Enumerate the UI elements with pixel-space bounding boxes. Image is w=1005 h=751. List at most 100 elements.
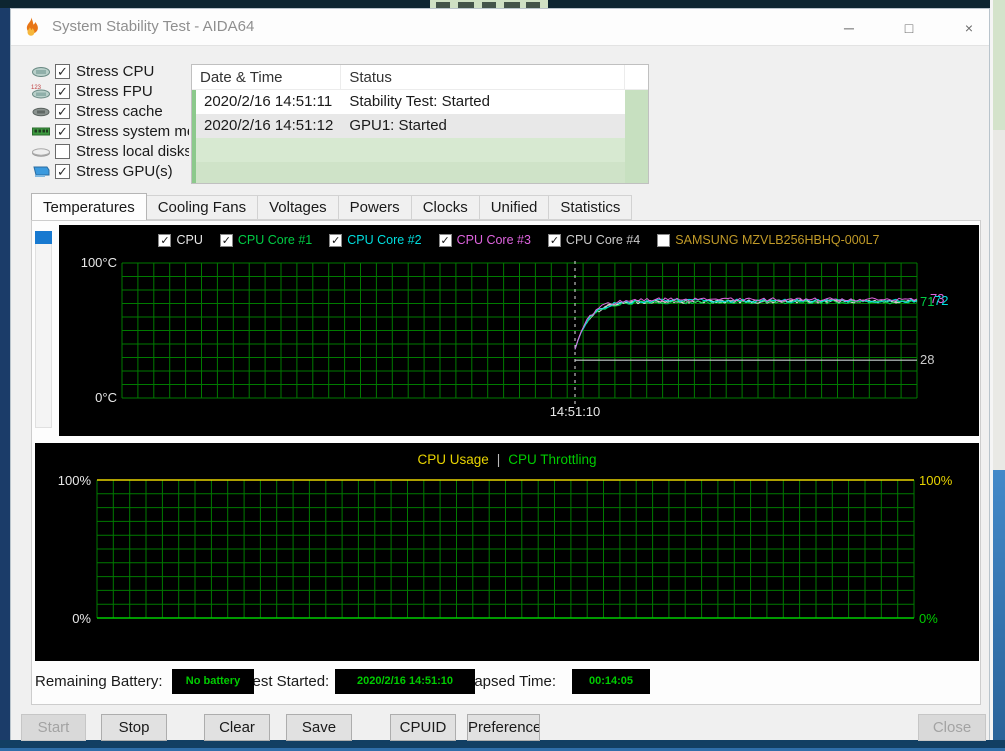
background-window-bottom: [0, 740, 1005, 751]
stress-option-label: Stress GPU(s): [76, 162, 173, 180]
dialog-body: ✓ Stress CPU 123 ✓ Stress FPU ✓ Stress cache ✓ S…: [11, 47, 989, 741]
stress-option[interactable]: ✓ Stress GPU(s): [31, 161, 189, 181]
usage-plot: [96, 479, 915, 619]
log-datetime: 2020/2/16 14:51:12: [204, 117, 334, 134]
stop-button[interactable]: Stop: [101, 714, 167, 741]
legend-label: CPU: [176, 233, 203, 247]
legend-label: CPU Core #2: [347, 233, 422, 247]
screen: System Stability Test - AIDA64 ─ □ × ✓ St…: [0, 0, 1005, 751]
cpuid-button[interactable]: CPUID: [390, 714, 456, 741]
legend-label: CPU Core #3: [456, 233, 531, 247]
event-log-table: Date & Time Status 2020/2/16 14:51:11 Stabi…: [191, 64, 649, 184]
usage-left-max: 100%: [57, 473, 91, 488]
start-button: Start: [21, 714, 86, 741]
tab-voltages[interactable]: Voltages: [258, 195, 339, 220]
legend-label: SAMSUNG MZVLB256HBHQ-000L7: [675, 233, 880, 247]
tab-statistics[interactable]: Statistics: [549, 195, 633, 220]
tab-cooling-fans[interactable]: Cooling Fans: [146, 195, 259, 220]
gpu-icon: [31, 163, 51, 179]
window-title: System Stability Test - AIDA64: [52, 18, 255, 35]
stress-checkbox[interactable]: ✓: [55, 63, 70, 79]
preferences-button[interactable]: Preferences: [467, 714, 540, 741]
log-column-header: Date & Time: [192, 65, 342, 89]
save-button[interactable]: Save: [286, 714, 352, 741]
tab-clocks[interactable]: Clocks: [411, 195, 480, 220]
log-column-header: Status: [341, 65, 626, 89]
log-row-empty: [192, 162, 648, 183]
tab-strip: Temperatures Cooling Fans Voltages Powers Cl…: [31, 193, 633, 220]
stress-option[interactable]: Stress local disks: [31, 141, 189, 161]
cache-icon: [31, 103, 51, 119]
legend-item[interactable]: ✓ CPU Core #3: [438, 233, 531, 247]
status-label: Test Started:: [245, 673, 330, 690]
legend-checkbox[interactable]: ✓: [158, 233, 172, 247]
tab-unified[interactable]: Unified: [479, 195, 550, 220]
log-row-empty: [192, 138, 648, 162]
status-value-display: No battery: [172, 669, 254, 694]
legend-checkbox[interactable]: ✓: [329, 233, 343, 247]
stress-checkbox[interactable]: ✓: [55, 103, 70, 119]
log-row[interactable]: 2020/2/16 14:51:11 Stability Test: Starte…: [192, 90, 648, 114]
stress-option-label: Stress system memory: [76, 122, 189, 140]
stress-options: ✓ Stress CPU 123 ✓ Stress FPU ✓ Stress cache ✓ S…: [31, 61, 189, 181]
temperatures-page: ✓ CPU ✓ CPU Core #1 ✓ CPU Core #2 ✓ CPU Core #3…: [31, 220, 981, 705]
temperature-plot: [121, 261, 918, 405]
maximize-button[interactable]: □: [896, 17, 922, 39]
usage-right-max: 100%: [919, 473, 953, 488]
stress-checkbox[interactable]: ✓: [55, 83, 70, 99]
clear-button[interactable]: Clear: [204, 714, 270, 741]
legend-item[interactable]: ✓ CPU Core #2: [329, 233, 422, 247]
background-window-left: [0, 8, 10, 751]
temp-axis-min: 0°C: [95, 390, 117, 405]
stress-option[interactable]: 123 ✓ Stress FPU: [31, 81, 189, 101]
legend-checkbox[interactable]: ✓: [438, 233, 452, 247]
cpu-usage-label: CPU Usage: [417, 452, 489, 467]
stress-checkbox[interactable]: ✓: [55, 123, 70, 139]
tab-powers[interactable]: Powers: [338, 195, 412, 220]
cpu-throttling-label: CPU Throttling: [508, 452, 597, 467]
stress-option-label: Stress CPU: [76, 62, 155, 80]
legend-checkbox[interactable]: ✓: [219, 233, 233, 247]
minimize-button[interactable]: ─: [836, 17, 862, 39]
legend-item[interactable]: SAMSUNG MZVLB256HBHQ-000L7: [657, 233, 880, 247]
background-window-right: [990, 0, 1005, 740]
disk-icon: [31, 143, 51, 159]
legend-item[interactable]: ✓ CPU: [158, 233, 203, 247]
stress-option-label: Stress cache: [76, 102, 163, 120]
temp-value-label: 72: [934, 293, 949, 308]
stress-option-label: Stress local disks: [76, 142, 189, 160]
status-value-display: 00:14:05: [572, 669, 650, 694]
legend-item[interactable]: ✓ CPU Core #4: [547, 233, 640, 247]
status-value-display: 2020/2/16 14:51:10: [335, 669, 475, 694]
vertical-scrollbar[interactable]: [35, 231, 52, 428]
log-status: Stability Test: Started: [349, 93, 490, 110]
log-header: Date & Time Status: [192, 65, 648, 90]
usage-left-min: 0%: [72, 611, 91, 626]
stress-checkbox[interactable]: ✓: [55, 163, 70, 179]
status-label: Elapsed Time:: [461, 673, 557, 690]
temperature-chart: ✓ CPU ✓ CPU Core #1 ✓ CPU Core #2 ✓ CPU Core #3…: [59, 225, 979, 436]
stress-option[interactable]: ✓ Stress system memory: [31, 121, 189, 141]
test-start-time-marker: 14:51:10: [549, 404, 601, 419]
usage-right-min: 0%: [919, 611, 938, 626]
scrollbar-thumb[interactable]: [35, 231, 52, 244]
close-button: Close: [918, 714, 986, 741]
stress-checkbox[interactable]: [55, 143, 70, 159]
usage-chart-title: CPU Usage | CPU Throttling: [35, 452, 979, 467]
status-label: Remaining Battery:: [35, 673, 163, 690]
stress-option[interactable]: ✓ Stress CPU: [31, 61, 189, 81]
legend-item[interactable]: ✓ CPU Core #1: [219, 233, 312, 247]
log-row[interactable]: 2020/2/16 14:51:12 GPU1: Started: [192, 114, 648, 138]
legend-checkbox[interactable]: [657, 233, 671, 247]
legend-checkbox[interactable]: ✓: [547, 233, 561, 247]
cpu-usage-chart: CPU Usage | CPU Throttling 100% 0% 100% …: [35, 443, 979, 661]
close-window-button[interactable]: ×: [956, 17, 982, 39]
background-window-fragment: [430, 0, 548, 8]
tab-temperatures[interactable]: Temperatures: [31, 193, 147, 220]
temperature-legend: ✓ CPU ✓ CPU Core #1 ✓ CPU Core #2 ✓ CPU Core #3…: [59, 233, 979, 247]
cpu-icon: [31, 63, 51, 79]
titlebar: System Stability Test - AIDA64 ─ □ ×: [11, 9, 989, 46]
stability-test-window: System Stability Test - AIDA64 ─ □ × ✓ St…: [10, 8, 990, 741]
memory-icon: [31, 123, 51, 139]
stress-option[interactable]: ✓ Stress cache: [31, 101, 189, 121]
